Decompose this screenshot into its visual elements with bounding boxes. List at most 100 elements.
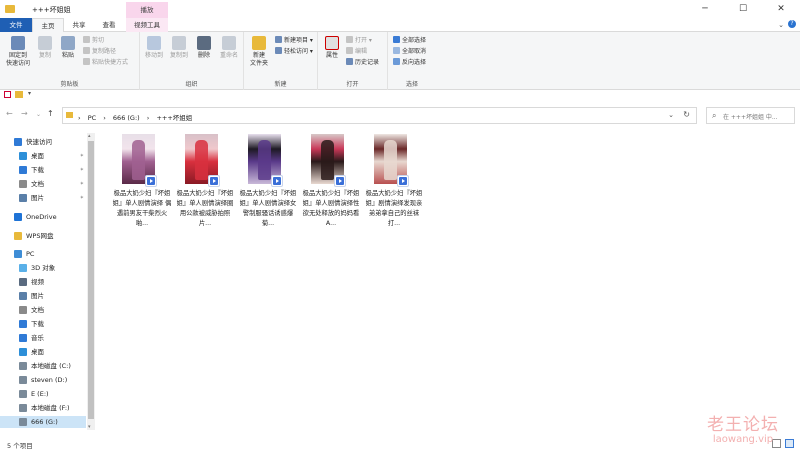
paste-button[interactable]: 粘贴 (57, 36, 79, 60)
pin-icon (11, 36, 25, 50)
copy-to-button[interactable]: 复制到 (167, 36, 191, 60)
pin-icon: ✶ (79, 153, 84, 159)
tab-home[interactable]: 主页 (32, 18, 64, 33)
video-file-item[interactable]: 极品大奶少妇『坏姐姐』单人剧情演绎女警制服骚话诱惑爆菊... (238, 134, 298, 234)
new-folder-button[interactable]: 新建 文件夹 (246, 36, 272, 68)
tab-video-tools[interactable]: 视频工具 (126, 18, 168, 32)
group-new: 新建 文件夹 新建项目 ▾ 轻松访问 ▾ 新建 (244, 32, 318, 90)
copy-path-button[interactable]: 复制路径 (83, 47, 116, 57)
recent-dropdown-icon[interactable]: ⌄ (36, 111, 41, 118)
close-button[interactable]: ✕ (762, 0, 800, 18)
nav-item[interactable]: 图片 ✶ (0, 192, 86, 204)
nav-item-label: 666 (G:) (31, 418, 58, 426)
tab-share[interactable]: 共享 (64, 18, 94, 32)
nav-item[interactable]: 本地磁盘 (C:) (0, 360, 86, 372)
quick-access-toolbar: ▾ (0, 90, 800, 100)
select-all-button[interactable]: 全部选择 (393, 36, 426, 46)
item-count: 5 个项目 (7, 442, 33, 450)
nav-item[interactable]: 音乐 (0, 332, 86, 344)
ribbon: 固定到 快速访问 复制 粘贴 剪切 复制路径 粘贴快捷方式 剪贴板 移动到 复制… (0, 32, 800, 90)
move-to-button[interactable]: 移动到 (142, 36, 166, 60)
open-button[interactable]: 打开 ▾ (346, 36, 372, 46)
desktop-icon (19, 152, 27, 160)
nav-item-label: steven (D:) (31, 376, 68, 384)
breadcrumb-folder[interactable]: +++坏姐姐 (156, 114, 192, 122)
download-icon (19, 166, 27, 174)
back-arrow-icon[interactable]: ← (6, 109, 13, 118)
nav-item[interactable]: PC (0, 248, 86, 260)
nav-item[interactable]: 3D 对象 (0, 262, 86, 274)
nav-item-label: 本地磁盘 (F:) (31, 404, 70, 412)
delete-icon (197, 36, 211, 50)
video-file-item[interactable]: 极品大奶少妇『坏姐姐』剧情演绎发现亲弟弟拿自己的丝袜打... (364, 134, 424, 234)
search-input[interactable]: ⌕ 在 +++坏姐姐 中... (706, 107, 795, 124)
up-arrow-icon[interactable]: ↑ (47, 109, 54, 118)
nav-item[interactable]: WPS网盘 (0, 230, 86, 242)
paste-shortcut-button[interactable]: 粘贴快捷方式 (83, 58, 128, 68)
rename-button[interactable]: 重命名 (217, 36, 241, 60)
nav-item[interactable]: OneDrive (0, 211, 86, 223)
address-bar[interactable]: › PC › 666 (G:) › +++坏姐姐 ⌄ ↻ (62, 107, 697, 124)
nav-item[interactable]: 快速访问 (0, 136, 86, 148)
folder-small-icon[interactable] (15, 91, 23, 98)
easy-access-button[interactable]: 轻松访问 ▾ (275, 47, 313, 57)
nav-item-label: WPS网盘 (26, 232, 54, 240)
edit-button[interactable]: 编辑 (346, 47, 367, 57)
nav-scrollbar-thumb[interactable] (88, 141, 94, 419)
nav-item-label: 文档 (31, 180, 44, 188)
help-icon[interactable]: ? (788, 20, 796, 28)
breadcrumb-drive[interactable]: 666 (G:) (113, 114, 140, 122)
collapse-ribbon-icon[interactable]: ⌄ (778, 21, 784, 29)
nav-item[interactable]: 文档 (0, 304, 86, 316)
video-file-item[interactable]: 极品大奶少妇『坏姐姐』单人剧情演绎性欲无处释放的妈妈看A... (301, 134, 361, 234)
drive-icon (19, 362, 27, 370)
nav-item-label: 本地磁盘 (C:) (31, 362, 71, 370)
nav-item[interactable]: 文档 ✶ (0, 178, 86, 190)
video-file-item[interactable]: 极品大奶少妇『坏姐姐』单人剧情演绎圈用公款被威胁拍照片... (175, 134, 235, 234)
invert-selection-button[interactable]: 反向选择 (393, 58, 426, 68)
refresh-icon[interactable]: ↻ (683, 110, 690, 119)
new-item-button[interactable]: 新建项目 ▾ (275, 36, 313, 46)
properties-small-icon[interactable] (4, 91, 11, 98)
scroll-up-icon[interactable]: ▴ (88, 133, 91, 139)
nav-item-label: 下载 (31, 320, 44, 328)
nav-item[interactable]: 视频 (0, 276, 86, 288)
video-play-icon (145, 175, 157, 187)
minimize-button[interactable]: ─ (686, 0, 724, 18)
copy-button[interactable]: 复制 (34, 36, 56, 60)
tab-file[interactable]: 文件 (0, 18, 32, 32)
nav-scrollbar[interactable]: ▴ ▾ (87, 133, 95, 430)
address-dropdown-icon[interactable]: ⌄ (668, 111, 674, 119)
computer-icon (14, 250, 22, 258)
file-name: 极品大奶少妇『坏姐姐』单人剧情演绎 偶遇前男友干柴烈火啪... (112, 190, 172, 227)
scroll-down-icon[interactable]: ▾ (88, 424, 91, 430)
maximize-button[interactable]: ☐ (724, 0, 762, 18)
cut-button[interactable]: 剪切 (83, 36, 104, 46)
nav-item[interactable]: E (E:) (0, 388, 86, 400)
nav-item[interactable]: 666 (G:) (0, 416, 86, 428)
file-name: 极品大奶少妇『坏姐姐』剧情演绎发现亲弟弟拿自己的丝袜打... (365, 190, 423, 227)
select-none-button[interactable]: 全部取消 (393, 47, 426, 57)
thumbnail-figure (132, 140, 145, 180)
large-icons-view-icon[interactable] (785, 439, 794, 448)
breadcrumb-pc[interactable]: PC (88, 114, 96, 122)
nav-item[interactable]: 桌面 (0, 346, 86, 358)
nav-item[interactable]: 下载 (0, 318, 86, 330)
customize-qat-icon[interactable]: ▾ (28, 90, 31, 97)
select-none-icon (393, 47, 400, 54)
nav-item[interactable]: 下载 ✶ (0, 164, 86, 176)
nav-item[interactable]: 桌面 ✶ (0, 150, 86, 162)
ribbon-tabs: 文件 主页 共享 查看 视频工具 ⌄ ? (0, 18, 800, 33)
nav-item[interactable]: 图片 (0, 290, 86, 302)
nav-item[interactable]: steven (D:) (0, 374, 86, 386)
nav-item[interactable]: 本地磁盘 (F:) (0, 402, 86, 414)
pin-quick-access-button[interactable]: 固定到 快速访问 (2, 36, 34, 68)
properties-button[interactable]: 属性 (321, 36, 343, 60)
delete-button[interactable]: 删除 (192, 36, 216, 60)
tab-view[interactable]: 查看 (94, 18, 124, 32)
breadcrumb-separator: › (78, 114, 81, 122)
forward-arrow-icon[interactable]: → (21, 109, 28, 118)
file-name: 极品大奶少妇『坏姐姐』单人剧情演绎圈用公款被威胁拍照片... (176, 190, 234, 227)
video-file-item[interactable]: 极品大奶少妇『坏姐姐』单人剧情演绎 偶遇前男友干柴烈火啪... (112, 134, 172, 234)
history-button[interactable]: 历史记录 (346, 58, 379, 68)
